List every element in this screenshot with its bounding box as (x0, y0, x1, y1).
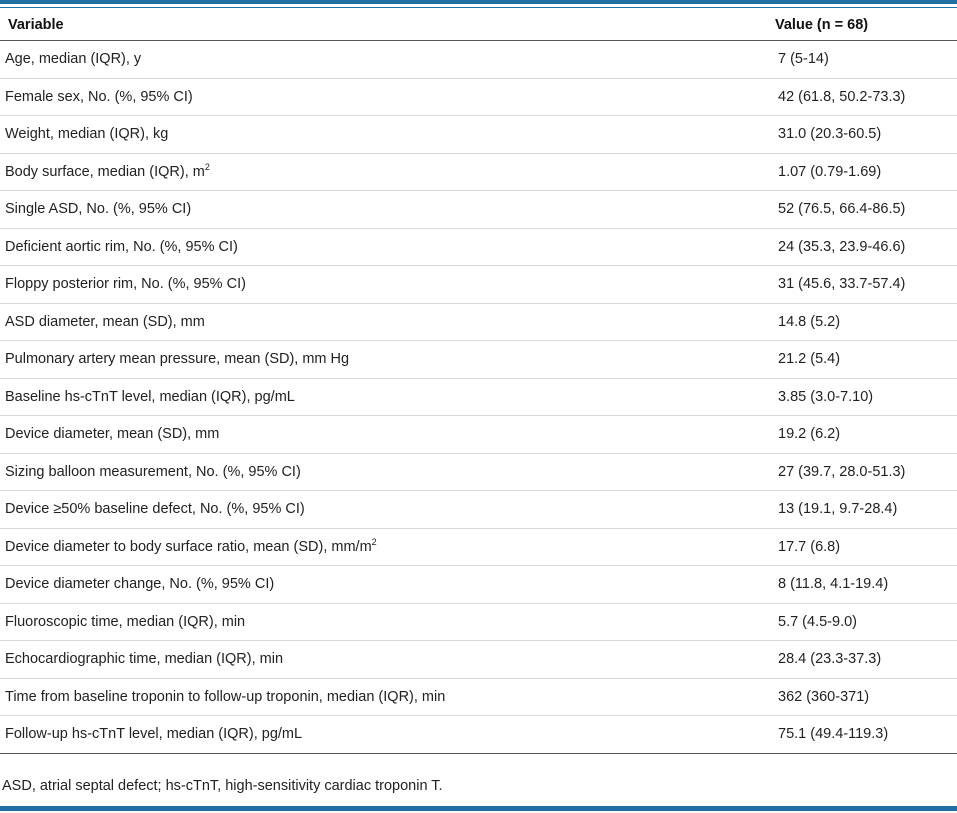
value-cell: 19.2 (6.2) (765, 415, 957, 454)
table-row: Device diameter, mean (SD), mm 19.2 (6.2) (0, 415, 957, 454)
variable-cell: Body surface, median (IQR), m2 (0, 153, 765, 191)
variable-cell: Age, median (IQR), y (0, 40, 765, 79)
characteristics-table: Variable Value (n = 68) Age, median (IQR… (0, 9, 957, 754)
unit-superscript: 2 (371, 536, 377, 547)
table-row: ASD diameter, mean (SD), mm 14.8 (5.2) (0, 303, 957, 341)
table-row: Device diameter to body surface ratio, m… (0, 528, 957, 566)
value-cell: 5.7 (4.5-9.0) (765, 603, 957, 641)
table-row: Echocardiographic time, median (IQR), mi… (0, 640, 957, 679)
value-cell: 21.2 (5.4) (765, 340, 957, 379)
variable-cell: Follow-up hs-cTnT level, median (IQR), p… (0, 715, 765, 754)
value-cell: 31.0 (20.3-60.5) (765, 115, 957, 154)
table-row: Sizing balloon measurement, No. (%, 95% … (0, 453, 957, 491)
variable-label: Time from baseline troponin to follow-up… (5, 688, 446, 705)
value-cell: 362 (360-371) (765, 678, 957, 716)
variable-label: Device diameter to body surface ratio, m… (5, 538, 372, 555)
variable-label: Female sex, No. (%, 95% CI) (5, 88, 193, 105)
value-cell: 27 (39.7, 28.0-51.3) (765, 453, 957, 491)
table-row: Floppy posterior rim, No. (%, 95% CI) 31 … (0, 265, 957, 304)
table-row: Deficient aortic rim, No. (%, 95% CI) 24 … (0, 228, 957, 266)
value-cell: 1.07 (0.79-1.69) (765, 153, 957, 191)
table-row: Body surface, median (IQR), m2 1.07 (0.79… (0, 153, 957, 191)
variable-label: Echocardiographic time, median (IQR), mi… (5, 651, 284, 668)
table-body: Age, median (IQR), y7 (5-14) Female sex, … (0, 40, 957, 754)
variable-cell: Device diameter to body surface ratio, m… (0, 528, 765, 566)
variable-cell: Single ASD, No. (%, 95% CI) (0, 190, 765, 229)
value-cell: 17.7 (6.8) (765, 528, 957, 566)
variable-cell: Echocardiographic time, median (IQR), mi… (0, 640, 765, 679)
variable-column-header: Variable (0, 9, 765, 41)
value-cell: 42 (61.8, 50.2-73.3) (765, 78, 957, 116)
table-row: Follow-up hs-cTnT level, median (IQR), p… (0, 715, 957, 754)
variable-label: Floppy posterior rim, No. (%, 95% CI) (5, 276, 246, 293)
table-row: Fluoroscopic time, median (IQR), min 5.7 … (0, 603, 957, 641)
value-cell: 14.8 (5.2) (765, 303, 957, 341)
variable-cell: Weight, median (IQR), kg (0, 115, 765, 154)
variable-cell: Deficient aortic rim, No. (%, 95% CI) (0, 228, 765, 266)
variable-label: Pulmonary artery mean pressure, mean (SD… (5, 351, 350, 368)
variable-cell: Fluoroscopic time, median (IQR), min (0, 603, 765, 641)
variable-label: Sizing balloon measurement, No. (%, 95% … (5, 463, 301, 480)
table-row: Age, median (IQR), y 7 (5-14) (0, 40, 957, 79)
table-row: Device diameter change, No. (%, 95% CI) 8… (0, 565, 957, 604)
table-row: Weight, median (IQR), kg 31.0 (20.3-60.5) (0, 115, 957, 154)
value-cell: 31 (45.6, 33.7-57.4) (765, 265, 957, 304)
variable-cell: Device diameter change, No. (%, 95% CI) (0, 565, 765, 604)
table-row: Time from baseline troponin to follow-up… (0, 678, 957, 716)
value-column-header: Value (n = 68) (765, 9, 957, 41)
variable-label: Follow-up hs-cTnT level, median (IQR), p… (5, 726, 303, 743)
table-row: Baseline hs-cTnT level, median (IQR), pg… (0, 378, 957, 416)
table-row: Device ≥50% baseline defect, No. (%, 95%… (0, 490, 957, 529)
top-accent-rule (0, 0, 957, 4)
top-accent-rule-thin (0, 7, 957, 8)
variable-label: Device diameter, mean (SD), mm (5, 426, 220, 443)
variable-label: Single ASD, No. (%, 95% CI) (5, 201, 192, 218)
variable-label: Fluoroscopic time, median (IQR), min (5, 613, 246, 630)
variable-cell: Device diameter, mean (SD), mm (0, 415, 765, 454)
variable-label: Age, median (IQR), y (5, 51, 142, 68)
value-cell: 24 (35.3, 23.9-46.6) (765, 228, 957, 266)
value-cell: 28.4 (23.3-37.3) (765, 640, 957, 679)
value-cell: 75.1 (49.4-119.3) (765, 715, 957, 754)
variable-label: ASD diameter, mean (SD), mm (5, 313, 205, 330)
value-cell: 8 (11.8, 4.1-19.4) (765, 565, 957, 604)
value-cell: 13 (19.1, 9.7-28.4) (765, 490, 957, 529)
variable-cell: Floppy posterior rim, No. (%, 95% CI) (0, 265, 765, 304)
variable-cell: Female sex, No. (%, 95% CI) (0, 78, 765, 116)
table-row: Single ASD, No. (%, 95% CI) 52 (76.5, 66.… (0, 190, 957, 229)
value-cell: 3.85 (3.0-7.10) (765, 378, 957, 416)
table-row: Female sex, No. (%, 95% CI) 42 (61.8, 50.… (0, 78, 957, 116)
variable-cell: Device ≥50% baseline defect, No. (%, 95%… (0, 490, 765, 529)
variable-label: Device diameter change, No. (%, 95% CI) (5, 576, 275, 593)
variable-cell: Pulmonary artery mean pressure, mean (SD… (0, 340, 765, 379)
bottom-accent-rule (0, 806, 957, 811)
value-cell: 52 (76.5, 66.4-86.5) (765, 190, 957, 229)
variable-label: Device ≥50% baseline defect, No. (%, 95%… (5, 501, 305, 518)
variable-cell: Time from baseline troponin to follow-up… (0, 678, 765, 716)
table-header-row: Variable Value (n = 68) (0, 9, 957, 41)
variable-label: Weight, median (IQR), kg (5, 126, 169, 143)
variable-label: Baseline hs-cTnT level, median (IQR), pg… (5, 388, 295, 405)
variable-label: Body surface, median (IQR), m (5, 163, 205, 180)
value-cell: 7 (5-14) (765, 40, 957, 79)
variable-cell: Sizing balloon measurement, No. (%, 95% … (0, 453, 765, 491)
table-footnote: ASD, atrial septal defect; hs-cTnT, high… (2, 778, 443, 794)
unit-superscript: 2 (204, 161, 210, 172)
table-row: Pulmonary artery mean pressure, mean (SD… (0, 340, 957, 379)
variable-label: Deficient aortic rim, No. (%, 95% CI) (5, 238, 238, 255)
variable-cell: ASD diameter, mean (SD), mm (0, 303, 765, 341)
variable-cell: Baseline hs-cTnT level, median (IQR), pg… (0, 378, 765, 416)
